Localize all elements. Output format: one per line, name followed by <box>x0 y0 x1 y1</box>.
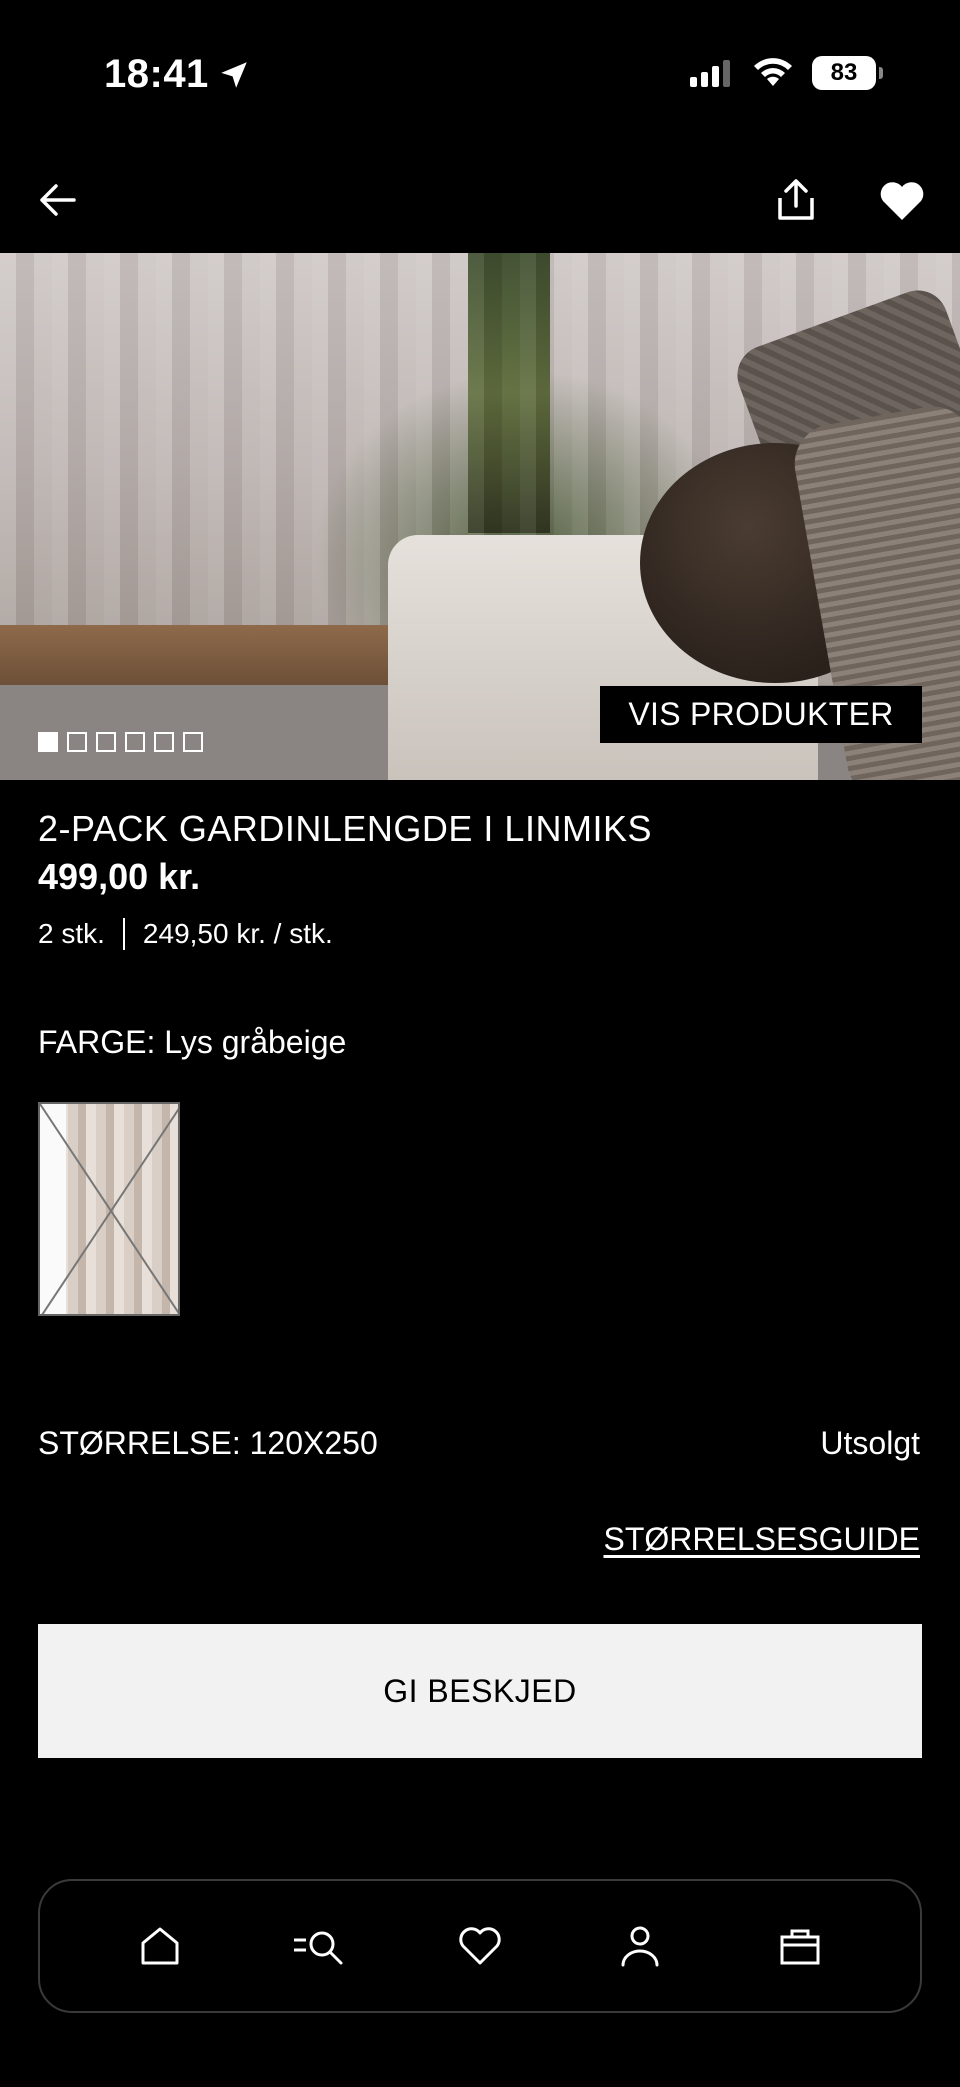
bag-icon <box>780 1929 820 1965</box>
arrow-left-icon[interactable] <box>34 176 82 224</box>
unavailable-cross-icon <box>40 1104 178 1314</box>
share-icon[interactable] <box>772 176 820 224</box>
product-page: 18:41 83 VIS PRODUKTER 2-PACK GARDINLENG… <box>0 0 960 2087</box>
tab-account[interactable] <box>612 1918 668 1974</box>
cellular-signal-icon <box>690 60 730 87</box>
size-guide-link[interactable]: STØRRELSESGUIDE <box>603 1521 920 1558</box>
product-title: 2-PACK GARDINLENGDE I LINMIKS <box>38 808 652 849</box>
battery-level: 83 <box>830 59 858 86</box>
status-indicators: 83 <box>690 56 883 90</box>
carousel-dot[interactable] <box>38 732 58 752</box>
show-products-button[interactable]: VIS PRODUKTER <box>600 686 922 743</box>
tab-bag[interactable] <box>772 1918 828 1974</box>
battery-indicator: 83 <box>812 56 883 90</box>
carousel-dot[interactable] <box>96 732 116 752</box>
unit-info: 2 stk. 249,50 kr. / stk. <box>38 918 333 950</box>
unit-price-text: 249,50 kr. / stk. <box>142 918 333 949</box>
carousel-dot[interactable] <box>67 732 87 752</box>
availability-status: Utsolgt <box>820 1425 920 1461</box>
status-time-text: 18:41 <box>104 52 209 96</box>
tab-favorites[interactable] <box>452 1918 508 1974</box>
heart-filled-icon[interactable] <box>878 178 926 222</box>
carousel-dot[interactable] <box>154 732 174 752</box>
quantity-text: 2 stk. <box>38 918 105 949</box>
notify-me-button[interactable]: GI BESKJED <box>38 1624 922 1758</box>
divider <box>122 918 125 950</box>
tab-home[interactable] <box>132 1918 188 1974</box>
tab-search[interactable] <box>292 1918 348 1974</box>
home-icon <box>141 1927 179 1965</box>
carousel-dot[interactable] <box>183 732 203 752</box>
wifi-icon <box>754 58 792 86</box>
account-icon <box>621 1926 659 1967</box>
bottom-tab-bar <box>38 1879 922 2013</box>
carousel-dot[interactable] <box>125 732 145 752</box>
search-menu-icon <box>294 1931 343 1965</box>
product-price: 499,00 kr. <box>38 856 201 897</box>
color-label: FARGE: Lys gråbeige <box>38 1024 347 1060</box>
carousel-indicators <box>38 732 203 752</box>
status-time: 18:41 <box>104 52 251 97</box>
heart-icon <box>459 1927 501 1965</box>
size-label[interactable]: STØRRELSE: 120X250 <box>38 1425 378 1462</box>
color-swatch[interactable] <box>38 1102 180 1316</box>
hero-floor <box>0 625 420 685</box>
location-arrow-icon <box>221 61 247 88</box>
